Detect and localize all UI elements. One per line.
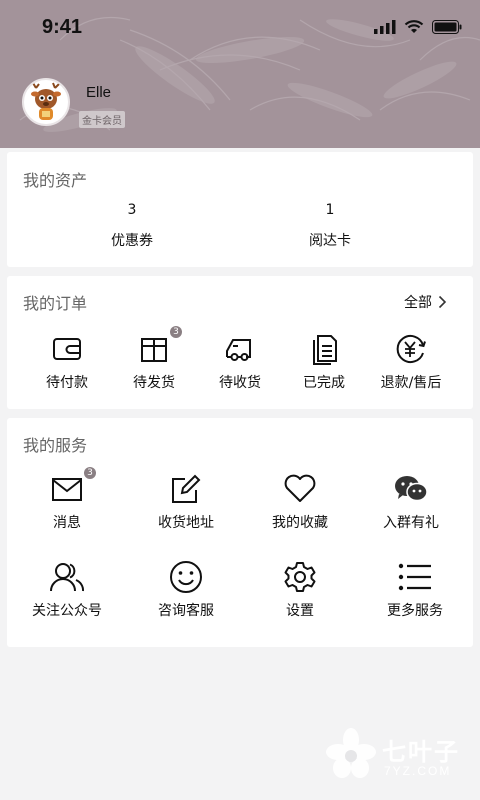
reading-card-label: 阅达卡: [309, 233, 351, 249]
service-follow-account[interactable]: 关注公众号: [12, 560, 122, 620]
service-join-group[interactable]: 入群有礼: [356, 472, 466, 532]
smile-icon: [170, 561, 202, 593]
messages-badge: 3: [84, 467, 96, 479]
service-settings-label: 设置: [286, 603, 314, 619]
reading-card-count: 1: [325, 202, 335, 218]
coupon-label: 优惠券: [111, 233, 153, 249]
orders-title: 我的订单: [23, 294, 88, 313]
wechat-icon: [395, 476, 428, 502]
orders-card: 我的订单 全部 待付款 3 待发货 待收货 已完成 退款/售后: [7, 276, 473, 409]
users-icon: [50, 563, 85, 592]
leaf-logo-icon: [326, 728, 376, 778]
service-more[interactable]: 更多服务: [360, 560, 470, 620]
service-favorites-label: 我的收藏: [272, 515, 328, 531]
asset-reading-card[interactable]: 1 阅达卡: [270, 202, 390, 250]
services-card: 我的服务 3 消息 收货地址 我的收藏 入群有礼 关注公众号 咨询客服 设置 更…: [7, 418, 473, 647]
service-more-label: 更多服务: [387, 603, 443, 619]
service-follow-account-label: 关注公众号: [32, 603, 102, 619]
battery-icon: [432, 20, 462, 34]
order-refund[interactable]: 退款/售后: [356, 332, 466, 392]
asset-coupon[interactable]: 3 优惠券: [72, 202, 192, 250]
document-icon: [313, 335, 337, 365]
deer-mascot-icon: [31, 82, 61, 120]
status-bar: 9:41: [0, 0, 480, 56]
watermark: 七叶子 7YZ.COM: [322, 726, 472, 786]
edit-icon: [172, 474, 201, 503]
all-orders-link[interactable]: 全部: [404, 292, 447, 312]
coupon-count: 3: [127, 202, 137, 218]
mail-icon: [52, 478, 82, 501]
truck-icon: [226, 339, 251, 361]
order-refund-label: 退款/售后: [380, 375, 442, 391]
status-time: 9:41: [42, 16, 83, 38]
wallet-icon: [53, 338, 81, 360]
service-address-label: 收货地址: [158, 515, 214, 531]
chevron-right-icon: [438, 295, 447, 309]
service-settings[interactable]: 设置: [245, 560, 355, 620]
refund-icon: [396, 335, 426, 363]
member-level-badge: 金卡会员: [79, 111, 125, 128]
profile-header: 9:41 Elle 金卡会员: [0, 0, 480, 148]
service-join-group-label: 入群有礼: [383, 515, 439, 531]
assets-card: 我的资产 3 优惠券 1 阅达卡: [7, 152, 473, 267]
avatar[interactable]: [22, 78, 70, 126]
services-title: 我的服务: [23, 436, 88, 455]
service-messages-label: 消息: [53, 515, 81, 531]
gear-icon: [284, 562, 316, 592]
wifi-icon: [404, 20, 424, 33]
watermark-name: 七叶子: [382, 738, 460, 766]
service-customer-support[interactable]: 咨询客服: [131, 560, 241, 620]
package-icon: [141, 338, 167, 362]
service-customer-support-label: 咨询客服: [158, 603, 214, 619]
pending-shipment-badge: 3: [170, 326, 182, 338]
username: Elle: [86, 84, 112, 101]
heart-icon: [284, 474, 316, 502]
list-icon: [398, 563, 431, 591]
service-favorites[interactable]: 我的收藏: [245, 472, 355, 532]
assets-title: 我的资产: [23, 171, 88, 190]
all-orders-label: 全部: [404, 295, 432, 311]
cellular-signal-icon: [374, 20, 396, 34]
service-address[interactable]: 收货地址: [131, 472, 241, 532]
watermark-domain: 7YZ.COM: [384, 764, 452, 778]
service-messages[interactable]: 3 消息: [12, 467, 122, 532]
